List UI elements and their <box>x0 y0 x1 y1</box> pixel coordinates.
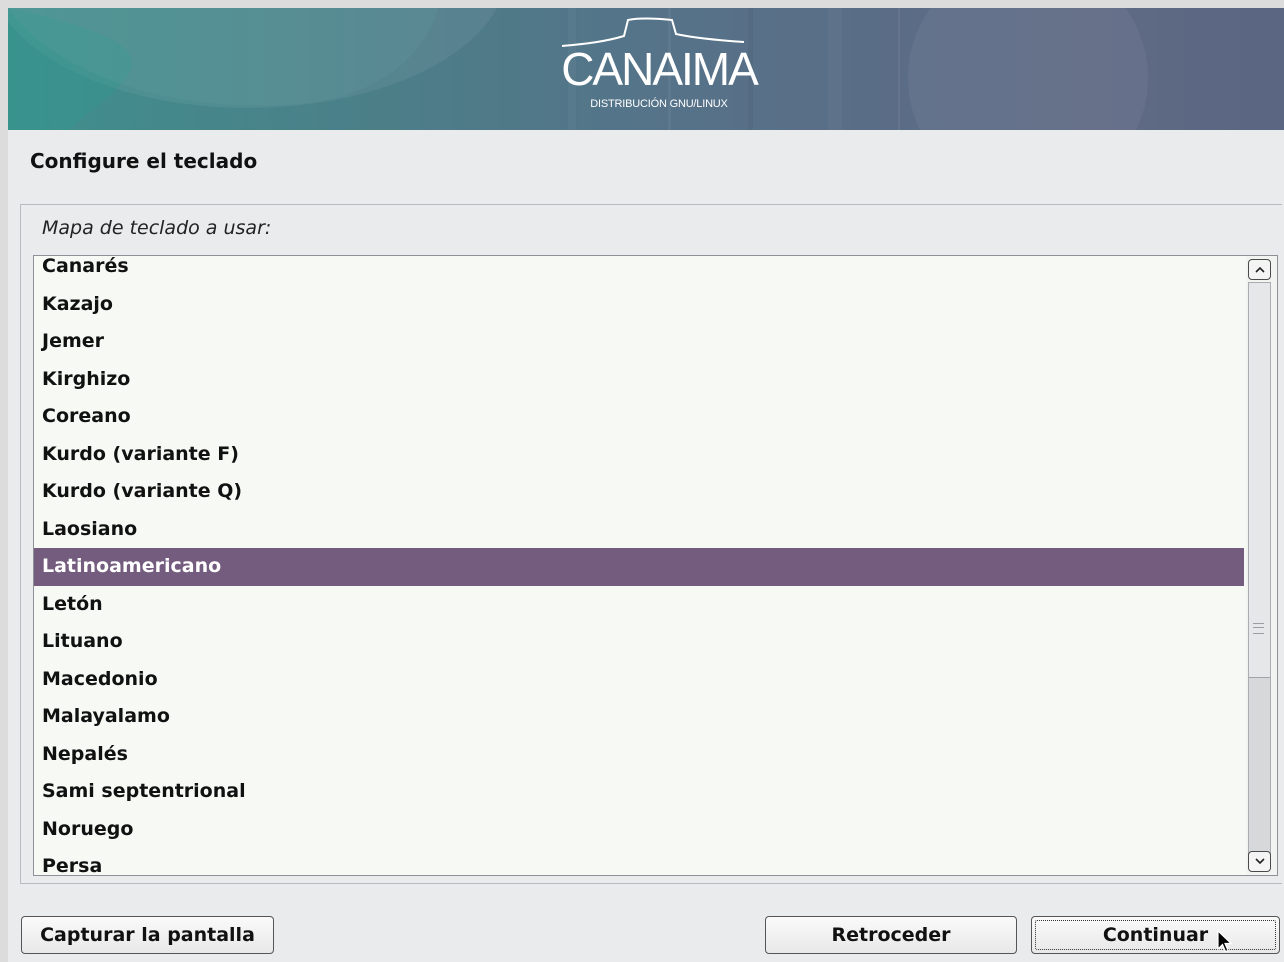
list-item[interactable]: Coreano <box>34 398 1244 436</box>
scroll-track[interactable] <box>1248 282 1271 856</box>
chevron-up-icon <box>1254 266 1265 273</box>
keymap-list-items: Canarés Kazajo Jemer Kirghizo Coreano Ku… <box>34 256 1244 875</box>
list-item[interactable]: Noruego <box>34 811 1244 849</box>
list-item[interactable]: Canarés <box>34 256 1244 286</box>
list-item[interactable]: Sami septentrional <box>34 773 1244 811</box>
logo-subtitle: DISTRIBUCIÓN GNU/LINUX <box>590 98 728 110</box>
list-item[interactable]: Kurdo (variante Q) <box>34 473 1244 511</box>
scroll-up-button[interactable] <box>1248 259 1271 280</box>
list-item[interactable]: Jemer <box>34 323 1244 361</box>
list-scrollbar[interactable] <box>1246 256 1277 875</box>
keymap-list[interactable]: Canarés Kazajo Jemer Kirghizo Coreano Ku… <box>33 255 1278 876</box>
scroll-thumb[interactable] <box>1249 283 1270 678</box>
list-item[interactable]: Kazajo <box>34 286 1244 324</box>
chevron-down-icon <box>1254 858 1265 865</box>
list-item[interactable]: Letón <box>34 586 1244 624</box>
list-item[interactable]: Macedonio <box>34 661 1244 699</box>
list-item[interactable]: Kurdo (variante F) <box>34 436 1244 474</box>
keymap-label: Mapa de teclado a usar: <box>42 217 272 239</box>
screen: CANAIMA DISTRIBUCIÓN GNU/LINUX Configure… <box>0 0 1284 962</box>
scroll-grip-icon <box>1253 623 1264 634</box>
canaima-logo: CANAIMA DISTRIBUCIÓN GNU/LINUX <box>544 16 774 116</box>
page-title: Configure el teclado <box>30 149 258 173</box>
list-item[interactable]: Laosiano <box>34 511 1244 549</box>
list-item[interactable]: Malayalamo <box>34 698 1244 736</box>
logo-wordmark: CANAIMA <box>561 43 759 95</box>
header-banner: CANAIMA DISTRIBUCIÓN GNU/LINUX <box>8 8 1284 130</box>
back-button[interactable]: Retroceder <box>765 916 1017 954</box>
capture-screenshot-button[interactable]: Capturar la pantalla <box>21 916 274 954</box>
continue-button[interactable]: Continuar <box>1031 916 1280 954</box>
mouse-pointer-icon <box>1217 930 1233 953</box>
scroll-down-button[interactable] <box>1248 851 1271 872</box>
list-item-selected[interactable]: Latinoamericano <box>34 548 1244 586</box>
installer-window: CANAIMA DISTRIBUCIÓN GNU/LINUX Configure… <box>8 8 1284 962</box>
list-item[interactable]: Kirghizo <box>34 361 1244 399</box>
list-item[interactable]: Lituano <box>34 623 1244 661</box>
list-item[interactable]: Persa <box>34 848 1244 875</box>
focus-ring <box>1035 920 1276 950</box>
list-item[interactable]: Nepalés <box>34 736 1244 774</box>
